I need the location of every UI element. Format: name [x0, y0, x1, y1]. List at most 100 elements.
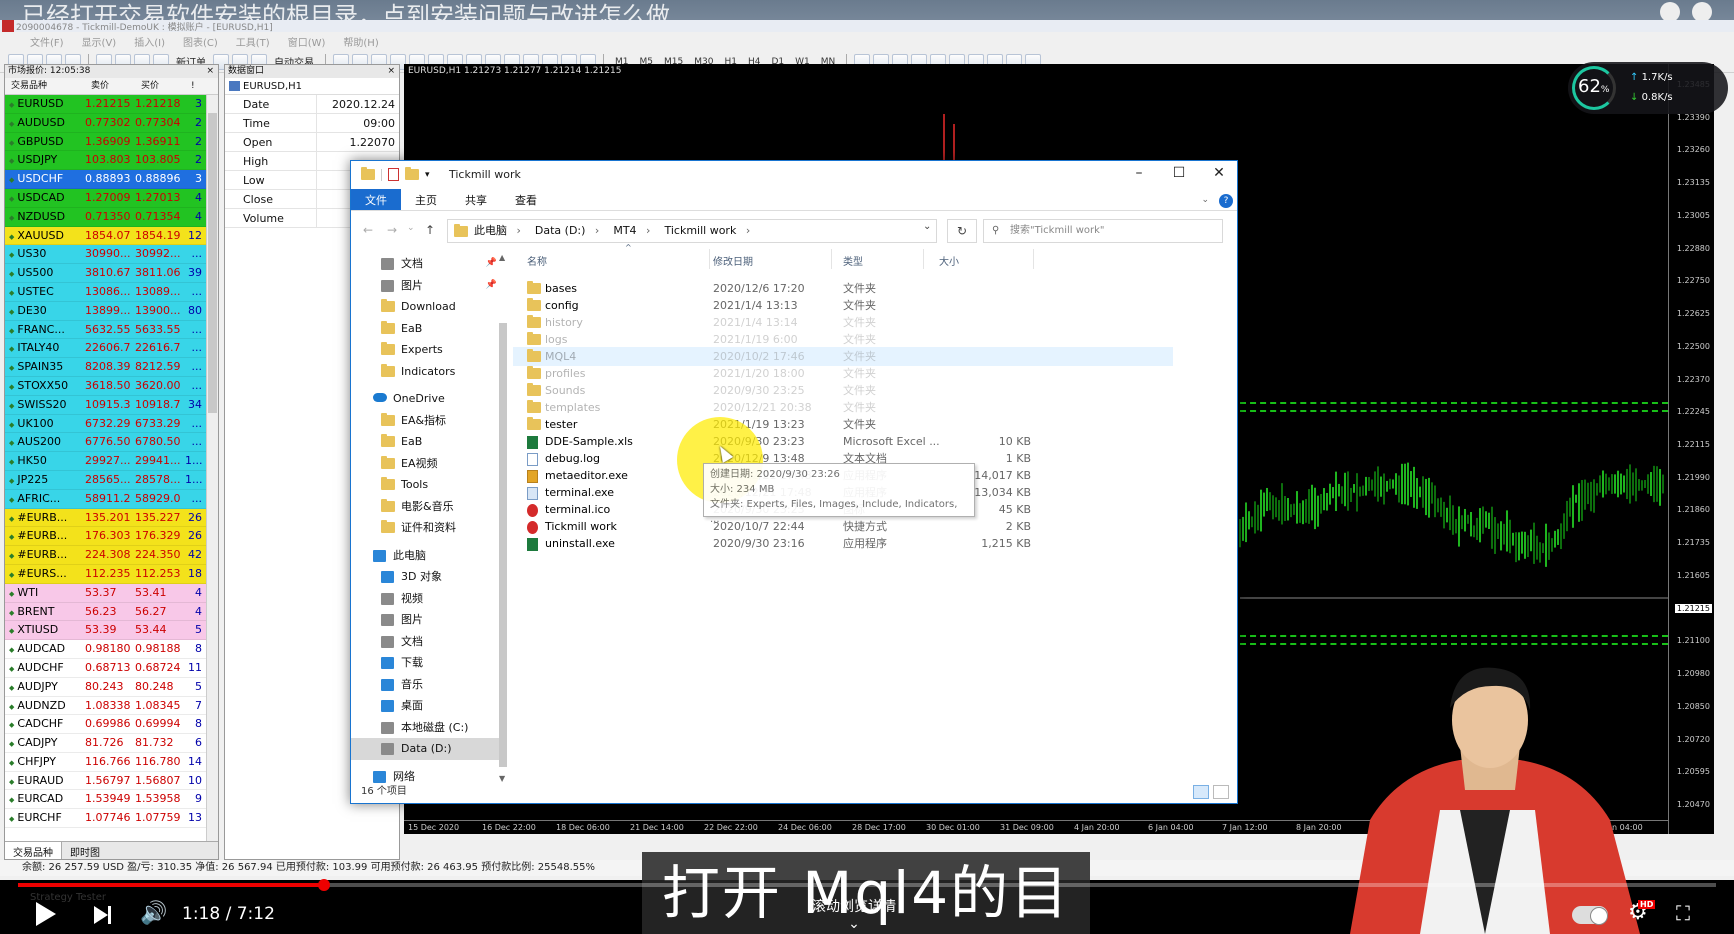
scrollbar-thumb[interactable] — [208, 113, 217, 413]
nav-item[interactable]: Tools — [351, 474, 507, 496]
nav-item[interactable]: 下载 — [351, 652, 507, 674]
address-bar[interactable]: 此电脑 Data (D:) MT4 Tickmill work — [447, 219, 937, 243]
symbol-row[interactable]: AUDCAD0.98180 0.98188 8 — [5, 640, 218, 659]
symbol-row[interactable]: DE3013899... 13900... 80 — [5, 301, 218, 321]
column-divider[interactable] — [831, 249, 832, 269]
symbol-row[interactable]: FRANC...5632.55 5633.55... — [5, 320, 218, 340]
search-input[interactable]: ⚲ 搜索"Tickmill work" — [983, 219, 1223, 243]
minimize-button[interactable]: – — [1129, 165, 1149, 181]
menu-item[interactable]: 工具(T) — [236, 34, 270, 49]
symbol-row[interactable]: WTI53.37 53.41 4 — [5, 583, 218, 603]
symbol-row[interactable]: NZDUSD0.71350 0.71354 4 — [5, 207, 218, 227]
breadcrumb-item[interactable]: Tickmill work — [664, 224, 750, 237]
symbol-row[interactable]: US5003810.67 3811.06 39 — [5, 264, 218, 283]
nav-item[interactable]: Download — [351, 296, 507, 318]
nav-item[interactable]: Indicators — [351, 361, 507, 383]
nav-item[interactable]: 视频 — [351, 588, 507, 610]
symbol-row[interactable]: #EURB...176.303 176.329 26 — [5, 527, 218, 547]
nav-item[interactable]: OneDrive — [351, 388, 507, 410]
scroll-down-icon[interactable]: ▼ — [499, 774, 505, 783]
nav-item[interactable]: 图片 — [351, 609, 507, 631]
back-icon[interactable]: ← — [363, 223, 373, 237]
symbol-row[interactable]: USDCAD1.27009 1.27013 4 — [5, 188, 218, 208]
close-icon[interactable]: × — [387, 65, 395, 78]
symbol-row[interactable]: SWISS2010915.3 10918.7 34 — [5, 395, 218, 415]
breadcrumb-item[interactable]: MT4 — [613, 224, 650, 237]
symbol-row[interactable]: EURCAD1.53949 1.53958 9 — [5, 790, 218, 810]
symbol-row[interactable]: #EURB...135.201 135.227 26 — [5, 508, 218, 528]
address-dropdown-icon[interactable]: ⌄ — [923, 221, 931, 232]
col-symbol[interactable]: 交易品种 — [5, 78, 85, 94]
video-progress-bar[interactable] — [18, 879, 1716, 891]
nav-item[interactable]: 3D 对象 — [351, 566, 507, 588]
symbol-row[interactable]: USDCHF0.88893 0.88896 3 — [5, 170, 218, 189]
column-divider[interactable] — [923, 249, 924, 269]
autoplay-toggle[interactable] — [1572, 906, 1608, 925]
chevron-down-icon[interactable]: ▾ — [425, 170, 430, 180]
symbol-row[interactable]: UK1006732.29 6733.29... — [5, 414, 218, 434]
nav-item[interactable]: 音乐 — [351, 674, 507, 696]
avatar-icon[interactable] — [1660, 2, 1680, 22]
nav-item[interactable]: 电影&音乐 — [351, 496, 507, 518]
col-name[interactable]: 名称 — [527, 253, 547, 268]
symbol-row[interactable]: #EURS...112.235 112.253 18 — [5, 564, 218, 584]
menu-item[interactable]: 图表(C) — [183, 34, 218, 49]
nav-item[interactable]: Data (D:) — [351, 738, 507, 760]
up-icon[interactable]: ↑ — [425, 223, 435, 237]
nav-item[interactable]: 本地磁盘 (C:) — [351, 717, 507, 739]
symbol-row[interactable]: AUDNZD1.08338 1.08345 7 — [5, 696, 218, 716]
menu-item[interactable]: 窗口(W) — [288, 34, 326, 49]
symbol-row[interactable]: STOXX503618.50 3620.00... — [5, 376, 218, 396]
file-row[interactable]: uninstall.exe 2020/9/30 23:16 应用程序 1,215 KB — [513, 534, 1173, 553]
menu-item[interactable]: 插入(I) — [134, 34, 165, 49]
scroll-up-icon[interactable]: ▲ — [499, 253, 505, 262]
symbol-row[interactable]: EURUSD1.21215 1.21218 3 — [5, 95, 218, 114]
col-type[interactable]: 类型 — [843, 253, 863, 268]
pin-icon[interactable]: 📌 — [486, 275, 497, 297]
symbol-row[interactable]: ITALY4022606.7 22616.7... — [5, 339, 218, 359]
next-icon[interactable] — [94, 906, 111, 924]
nav-item[interactable]: 桌面 — [351, 695, 507, 717]
menu-item[interactable]: 帮助(H) — [343, 34, 378, 49]
properties-icon[interactable] — [388, 168, 399, 181]
menu-item[interactable]: 文件(F) — [30, 34, 64, 49]
symbol-row[interactable]: XAUUSD1854.07 1854.19 12 — [5, 226, 218, 246]
fullscreen-icon[interactable]: ⛶ — [1676, 902, 1704, 924]
navigation-scrollbar[interactable]: ▲ ▼ — [497, 253, 509, 783]
video-top-icons[interactable] — [1648, 2, 1718, 22]
forward-icon[interactable]: → — [387, 223, 397, 237]
new-folder-icon[interactable] — [405, 167, 419, 180]
col-date[interactable]: 修改日期 — [713, 253, 753, 268]
close-icon[interactable]: × — [206, 65, 214, 78]
breadcrumb-item[interactable]: Data (D:) — [535, 224, 599, 237]
symbol-row[interactable]: EURAUD1.56797 1.56807 10 — [5, 771, 218, 791]
symbol-row[interactable]: USDJPY103.803 103.805 2 — [5, 151, 218, 171]
symbol-row[interactable]: AUDJPY80.243 80.248 5 — [5, 677, 218, 697]
tab-symbols[interactable]: 交易品种 — [5, 842, 62, 859]
symbol-row[interactable]: XTIUSD53.39 53.44 5 — [5, 621, 218, 641]
maximize-button[interactable]: ☐ — [1169, 165, 1189, 181]
column-divider[interactable] — [1033, 249, 1034, 269]
col-spread[interactable]: ! — [185, 78, 205, 94]
level-line[interactable] — [1240, 635, 1668, 637]
symbol-row[interactable]: AUDCHF0.68713 0.68724 11 — [5, 658, 218, 678]
col-ask[interactable]: 买价 — [135, 78, 185, 94]
symbol-row[interactable]: AUDUSD0.77302 0.77304 2 — [5, 113, 218, 133]
menu-item[interactable]: 显示(V) — [82, 34, 117, 49]
symbol-row[interactable]: CHFJPY116.766 116.780 14 — [5, 752, 218, 772]
symbol-row[interactable]: JP22528565... 28578... 1... — [5, 470, 218, 490]
nav-item[interactable]: 文档 📌 — [351, 253, 507, 275]
nav-item[interactable]: 证件和资料 — [351, 517, 507, 539]
recent-locations-icon[interactable]: ⌄ — [407, 223, 415, 233]
ribbon-tab-file[interactable]: 文件 — [351, 189, 401, 210]
large-icons-view-icon[interactable] — [1213, 785, 1229, 799]
scrollbar-thumb[interactable] — [499, 323, 507, 767]
symbol-row[interactable]: GBPUSD1.36909 1.36911 2 — [5, 132, 218, 152]
symbol-row[interactable]: USTEC13086... 13089...... — [5, 282, 218, 302]
ribbon-tab-view[interactable]: 查看 — [501, 189, 551, 210]
nav-item[interactable]: 图片 📌 — [351, 275, 507, 297]
nav-item[interactable]: EaB — [351, 318, 507, 340]
details-view-icon[interactable] — [1193, 785, 1209, 799]
close-button[interactable]: ✕ — [1209, 165, 1229, 181]
ribbon-tab-share[interactable]: 共享 — [451, 189, 501, 210]
